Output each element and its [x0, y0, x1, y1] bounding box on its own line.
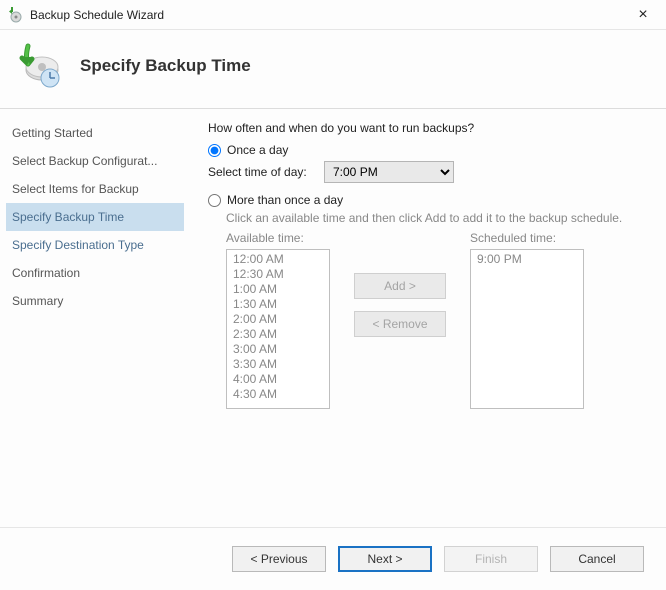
wizard-content: How often and when do you want to run ba…: [190, 109, 666, 527]
radio-once-a-day-row: Once a day: [208, 143, 648, 157]
time-lists-row: Available time: 12:00 AM 12:30 AM 1:00 A…: [226, 231, 648, 409]
step-select-items-for-backup[interactable]: Select Items for Backup: [6, 175, 184, 203]
wizard-header: Specify Backup Time: [0, 30, 666, 108]
step-specify-backup-time[interactable]: Specify Backup Time: [6, 203, 184, 231]
step-getting-started[interactable]: Getting Started: [6, 119, 184, 147]
scheduled-time-label: Scheduled time:: [470, 231, 584, 245]
backup-wizard-large-icon: [16, 42, 64, 90]
scheduled-time-listbox[interactable]: 9:00 PM: [470, 249, 584, 409]
radio-more-than-once-label: More than once a day: [227, 193, 343, 207]
radio-more-than-once-row: More than once a day: [208, 193, 648, 207]
frequency-question: How often and when do you want to run ba…: [208, 121, 648, 135]
multi-instruction: Click an available time and then click A…: [226, 211, 648, 225]
list-item[interactable]: 1:30 AM: [227, 297, 329, 312]
wizard-body: Getting Started Select Backup Configurat…: [0, 109, 666, 527]
wizard-footer: < Previous Next > Finish Cancel: [0, 527, 666, 590]
step-select-backup-configuration[interactable]: Select Backup Configurat...: [6, 147, 184, 175]
available-time-label: Available time:: [226, 231, 330, 245]
available-time-listbox[interactable]: 12:00 AM 12:30 AM 1:00 AM 1:30 AM 2:00 A…: [226, 249, 330, 409]
remove-button[interactable]: < Remove: [354, 311, 446, 337]
radio-once-a-day[interactable]: [208, 144, 221, 157]
backup-wizard-icon: [8, 7, 24, 23]
list-item[interactable]: 12:00 AM: [227, 252, 329, 267]
close-icon[interactable]: ×: [628, 7, 658, 23]
list-item[interactable]: 4:00 AM: [227, 372, 329, 387]
wizard-steps-sidebar: Getting Started Select Backup Configurat…: [0, 109, 190, 527]
transfer-buttons: Add > < Remove: [354, 273, 446, 337]
step-summary[interactable]: Summary: [6, 287, 184, 315]
list-item[interactable]: 4:30 AM: [227, 387, 329, 402]
list-item[interactable]: 9:00 PM: [471, 252, 583, 267]
radio-once-a-day-label: Once a day: [227, 143, 288, 157]
previous-button[interactable]: < Previous: [232, 546, 326, 572]
list-item[interactable]: 2:00 AM: [227, 312, 329, 327]
step-confirmation[interactable]: Confirmation: [6, 259, 184, 287]
window-title: Backup Schedule Wizard: [30, 8, 628, 22]
radio-more-than-once[interactable]: [208, 194, 221, 207]
multi-schedule-section: Click an available time and then click A…: [226, 211, 648, 409]
page-title: Specify Backup Time: [80, 56, 251, 76]
select-time-label: Select time of day:: [208, 165, 324, 179]
list-item[interactable]: 2:30 AM: [227, 327, 329, 342]
add-button[interactable]: Add >: [354, 273, 446, 299]
cancel-button[interactable]: Cancel: [550, 546, 644, 572]
finish-button[interactable]: Finish: [444, 546, 538, 572]
available-time-column: Available time: 12:00 AM 12:30 AM 1:00 A…: [226, 231, 330, 409]
list-item[interactable]: 12:30 AM: [227, 267, 329, 282]
next-button[interactable]: Next >: [338, 546, 432, 572]
list-item[interactable]: 3:30 AM: [227, 357, 329, 372]
select-time-row: Select time of day: 7:00 PM: [208, 161, 648, 183]
list-item[interactable]: 1:00 AM: [227, 282, 329, 297]
titlebar: Backup Schedule Wizard ×: [0, 0, 666, 30]
scheduled-time-column: Scheduled time: 9:00 PM: [470, 231, 584, 409]
step-specify-destination-type[interactable]: Specify Destination Type: [6, 231, 184, 259]
time-of-day-select[interactable]: 7:00 PM: [324, 161, 454, 183]
list-item[interactable]: 3:00 AM: [227, 342, 329, 357]
